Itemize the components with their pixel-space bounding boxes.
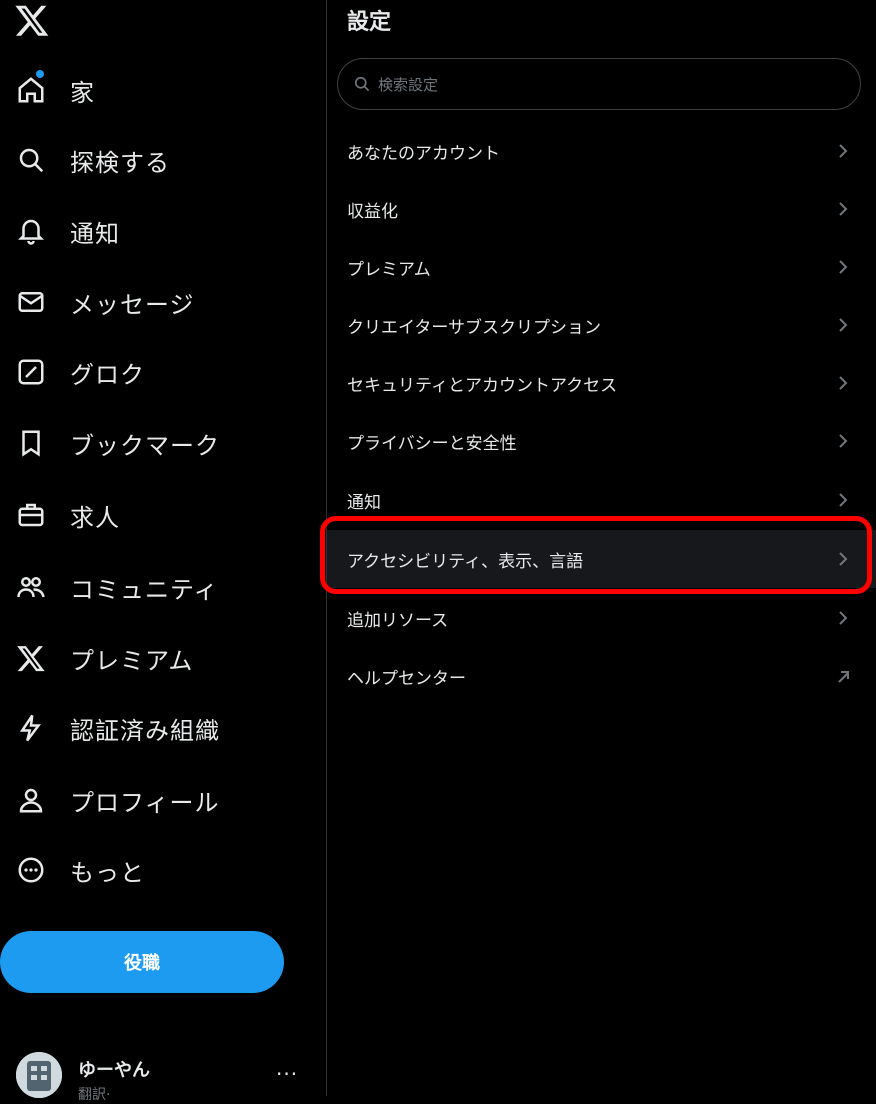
avatar — [16, 1052, 62, 1098]
external-link-icon — [838, 671, 849, 683]
nav-label-premium: プレミアム — [70, 646, 194, 675]
nav-item-communities[interactable]: コミュニティ — [0, 552, 300, 622]
settings-item-creator-subscriptions[interactable]: クリエイターサブスクリプション — [327, 296, 876, 354]
nav-item-premium[interactable]: プレミアム — [0, 623, 300, 693]
nav-label-profile: プロフィール — [70, 788, 220, 817]
people-icon — [14, 570, 48, 604]
settings-item-label: 通知 — [347, 492, 381, 513]
account-name: ゆーやん — [78, 1060, 150, 1081]
nav-label-jobs: 求人 — [70, 503, 120, 532]
home-icon — [14, 73, 48, 107]
chevron-right-icon — [839, 552, 848, 566]
nav-label-explore: 探検する — [70, 148, 170, 177]
bell-icon — [14, 214, 48, 248]
settings-item-label: セキュリティとアカウントアクセス — [347, 375, 618, 396]
search-box[interactable] — [337, 58, 861, 110]
settings-item-monetization[interactable]: 収益化 — [327, 180, 876, 238]
settings-item-privacy[interactable]: プライバシーと安全性 — [327, 412, 876, 470]
nav-item-more[interactable]: もっと — [0, 835, 300, 905]
post-button[interactable]: 役職 — [0, 931, 284, 993]
settings-item-label: 追加リソース — [347, 610, 449, 631]
settings-item-accessibility[interactable]: アクセシビリティ、表示、言語 — [327, 530, 876, 588]
nav-item-home[interactable]: 家 — [0, 55, 300, 125]
nav-item-explore[interactable]: 探検する — [0, 125, 300, 195]
page-title: 設定 — [347, 10, 392, 35]
account-handle: 翻訳· — [78, 1087, 111, 1103]
nav-item-grok[interactable]: グロク — [0, 337, 300, 407]
nav-label-notifications: 通知 — [70, 219, 120, 248]
settings-item-label: プレミアム — [347, 259, 431, 280]
chevron-right-icon — [839, 493, 848, 507]
chevron-right-icon — [839, 260, 848, 274]
nav-label-communities: コミュニティ — [70, 575, 219, 604]
nav-item-profile[interactable]: プロフィール — [0, 765, 300, 835]
search-input[interactable] — [376, 69, 840, 101]
more-horizontal-icon[interactable]: ··· — [276, 1062, 298, 1086]
notification-dot — [36, 70, 44, 78]
settings-item-label: 収益化 — [347, 201, 398, 222]
chevron-right-icon — [839, 611, 848, 625]
x-logo-icon — [14, 641, 48, 675]
chevron-right-icon — [839, 202, 848, 216]
nav-label-verified-orgs: 認証済み組織 — [70, 716, 220, 745]
nav-label-more: もっと — [70, 858, 145, 887]
nav-item-verified-orgs[interactable]: 認証済み組織 — [0, 693, 300, 763]
settings-item-security[interactable]: セキュリティとアカウントアクセス — [327, 354, 876, 412]
settings-item-label: ヘルプセンター — [347, 668, 466, 689]
settings-item-your-account[interactable]: あなたのアカウント — [327, 122, 876, 180]
sidebar: 家 探検する 通知 メッセージ グロク ブックマーク 求人 コミュニティ プレミ… — [0, 0, 326, 1103]
chevron-right-icon — [839, 318, 848, 332]
nav-item-bookmarks[interactable]: ブックマーク — [0, 408, 300, 478]
lightning-icon — [14, 711, 48, 745]
settings-item-help-center[interactable]: ヘルプセンター — [327, 647, 876, 705]
nav-item-messages[interactable]: メッセージ — [0, 267, 300, 337]
settings-item-label: プライバシーと安全性 — [347, 433, 517, 454]
settings-item-notifications[interactable]: 通知 — [327, 471, 876, 529]
settings-item-label: アクセシビリティ、表示、言語 — [347, 551, 584, 572]
chevron-right-icon — [839, 434, 848, 448]
x-logo-icon[interactable] — [14, 2, 50, 38]
nav-label-bookmarks: ブックマーク — [70, 431, 220, 460]
nav-label-messages: メッセージ — [70, 290, 195, 319]
settings-item-premium[interactable]: プレミアム — [327, 238, 876, 296]
nav-item-notifications[interactable]: 通知 — [0, 196, 300, 266]
search-icon — [352, 74, 372, 94]
account-switcher[interactable]: ゆーやん 翻訳· ··· — [0, 1048, 320, 1103]
nav-label-grok: グロク — [70, 360, 145, 389]
settings-item-label: クリエイターサブスクリプション — [347, 317, 601, 338]
nav-item-jobs[interactable]: 求人 — [0, 480, 300, 550]
nav-label-home: 家 — [70, 78, 95, 107]
person-icon — [14, 783, 48, 817]
envelope-icon — [14, 285, 48, 319]
briefcase-icon — [14, 498, 48, 532]
chevron-right-icon — [839, 144, 848, 158]
settings-item-additional-resources[interactable]: 追加リソース — [327, 589, 876, 647]
settings-item-label: あなたのアカウント — [347, 143, 500, 164]
more-circle-icon — [14, 853, 48, 887]
settings-panel: 設定 あなたのアカウント 収益化 プレミアム クリエイターサブスクリプション セ… — [327, 0, 876, 1096]
bookmark-icon — [14, 426, 48, 460]
grok-icon — [14, 355, 48, 389]
search-icon — [14, 143, 48, 177]
chevron-right-icon — [839, 376, 848, 390]
